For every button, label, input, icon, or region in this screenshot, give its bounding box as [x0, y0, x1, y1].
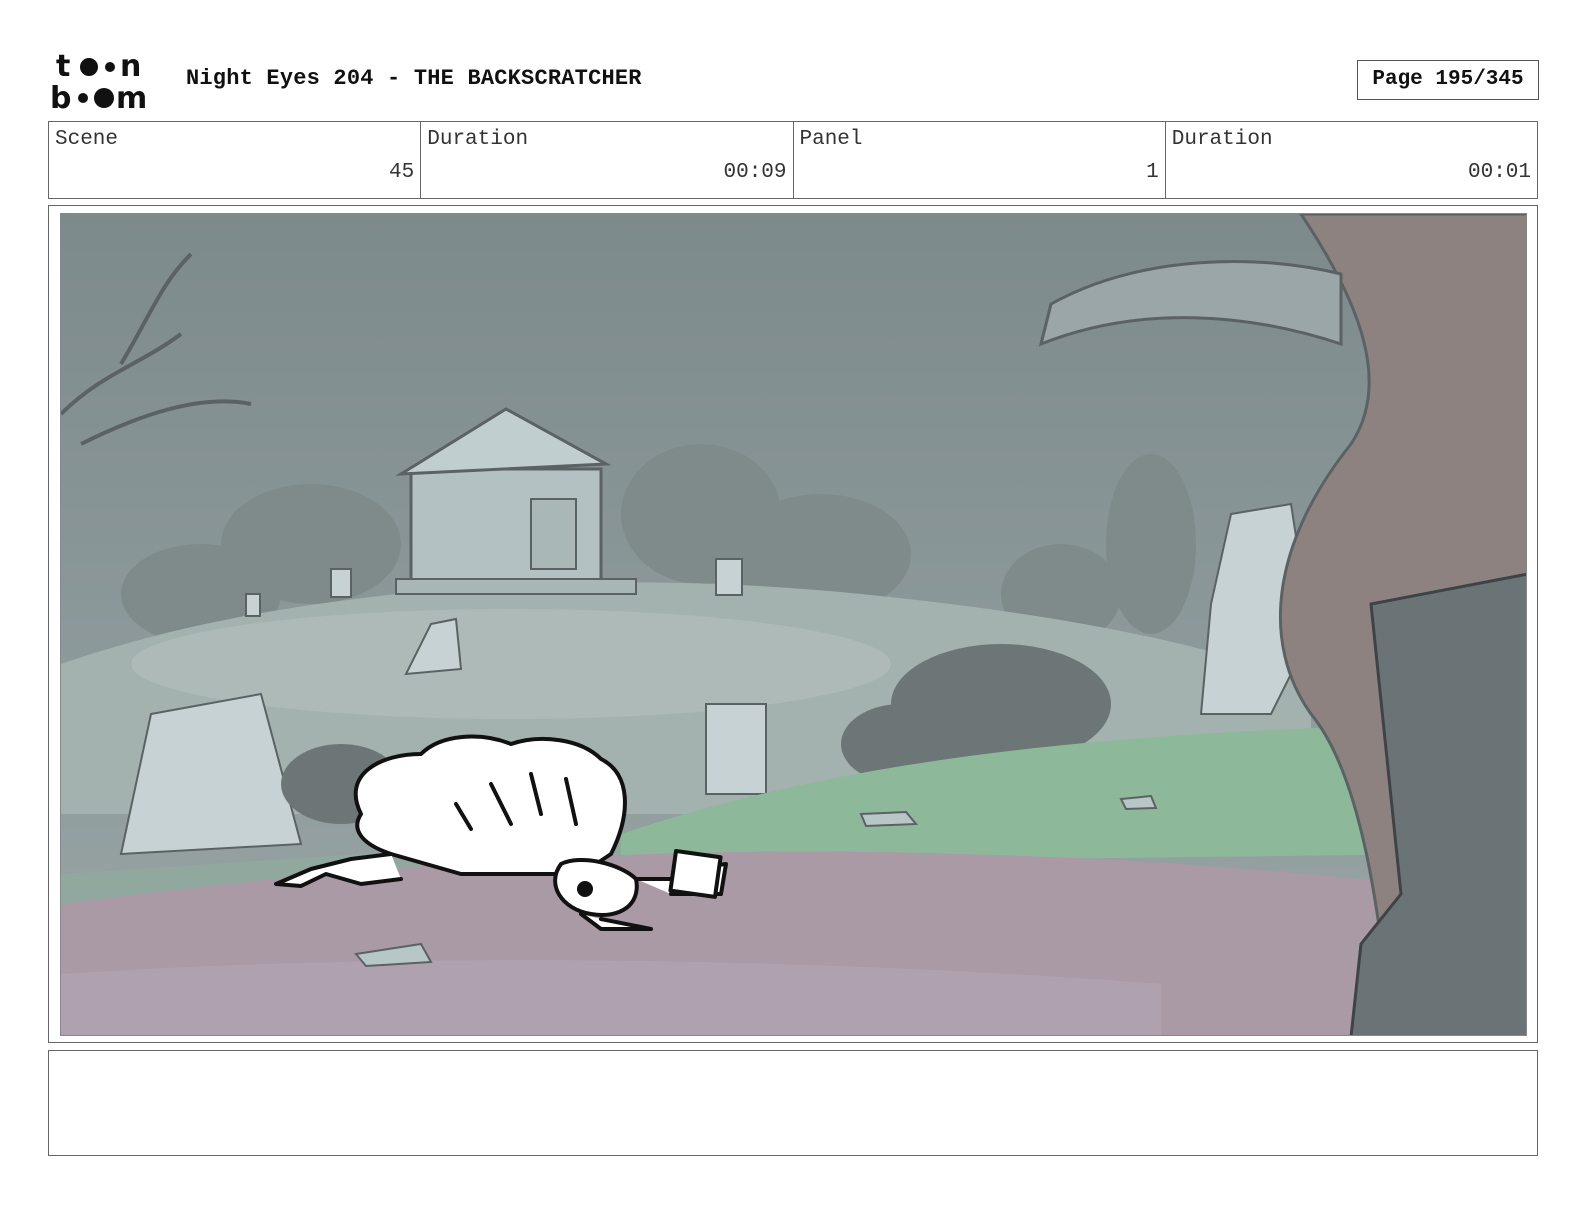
scene-cell: Scene 45 [49, 122, 422, 198]
panel-notes-box [48, 1050, 1538, 1156]
document-title: Night Eyes 204 - THE BACKSCRATCHER [186, 66, 642, 91]
svg-text:t: t [56, 50, 70, 84]
page-indicator: Page 195/345 [1357, 60, 1539, 100]
svg-text:b: b [50, 81, 71, 112]
scene-duration-label: Duration [427, 128, 529, 151]
storyboard-panel-image [60, 213, 1527, 1036]
scene-duration-value: 00:09 [723, 161, 787, 184]
svg-text:n: n [120, 50, 141, 84]
svg-text:m: m [116, 81, 147, 112]
panel-duration-label: Duration [1171, 128, 1273, 151]
panel-cell: Panel 1 [794, 122, 1166, 198]
panel-label: Panel [799, 128, 863, 151]
panel-duration-cell: Duration 00:01 [1166, 122, 1537, 198]
scene-label: Scene [55, 128, 119, 151]
panel-duration-value: 00:01 [1467, 161, 1531, 184]
scene-info-row: Scene 45 Duration 00:09 Panel 1 Duration… [48, 121, 1538, 199]
scene-duration-cell: Duration 00:09 [421, 122, 794, 198]
toonboom-logo: t n b m [50, 49, 165, 116]
scene-value: 45 [389, 161, 415, 184]
panel-value: 1 [1146, 161, 1159, 184]
